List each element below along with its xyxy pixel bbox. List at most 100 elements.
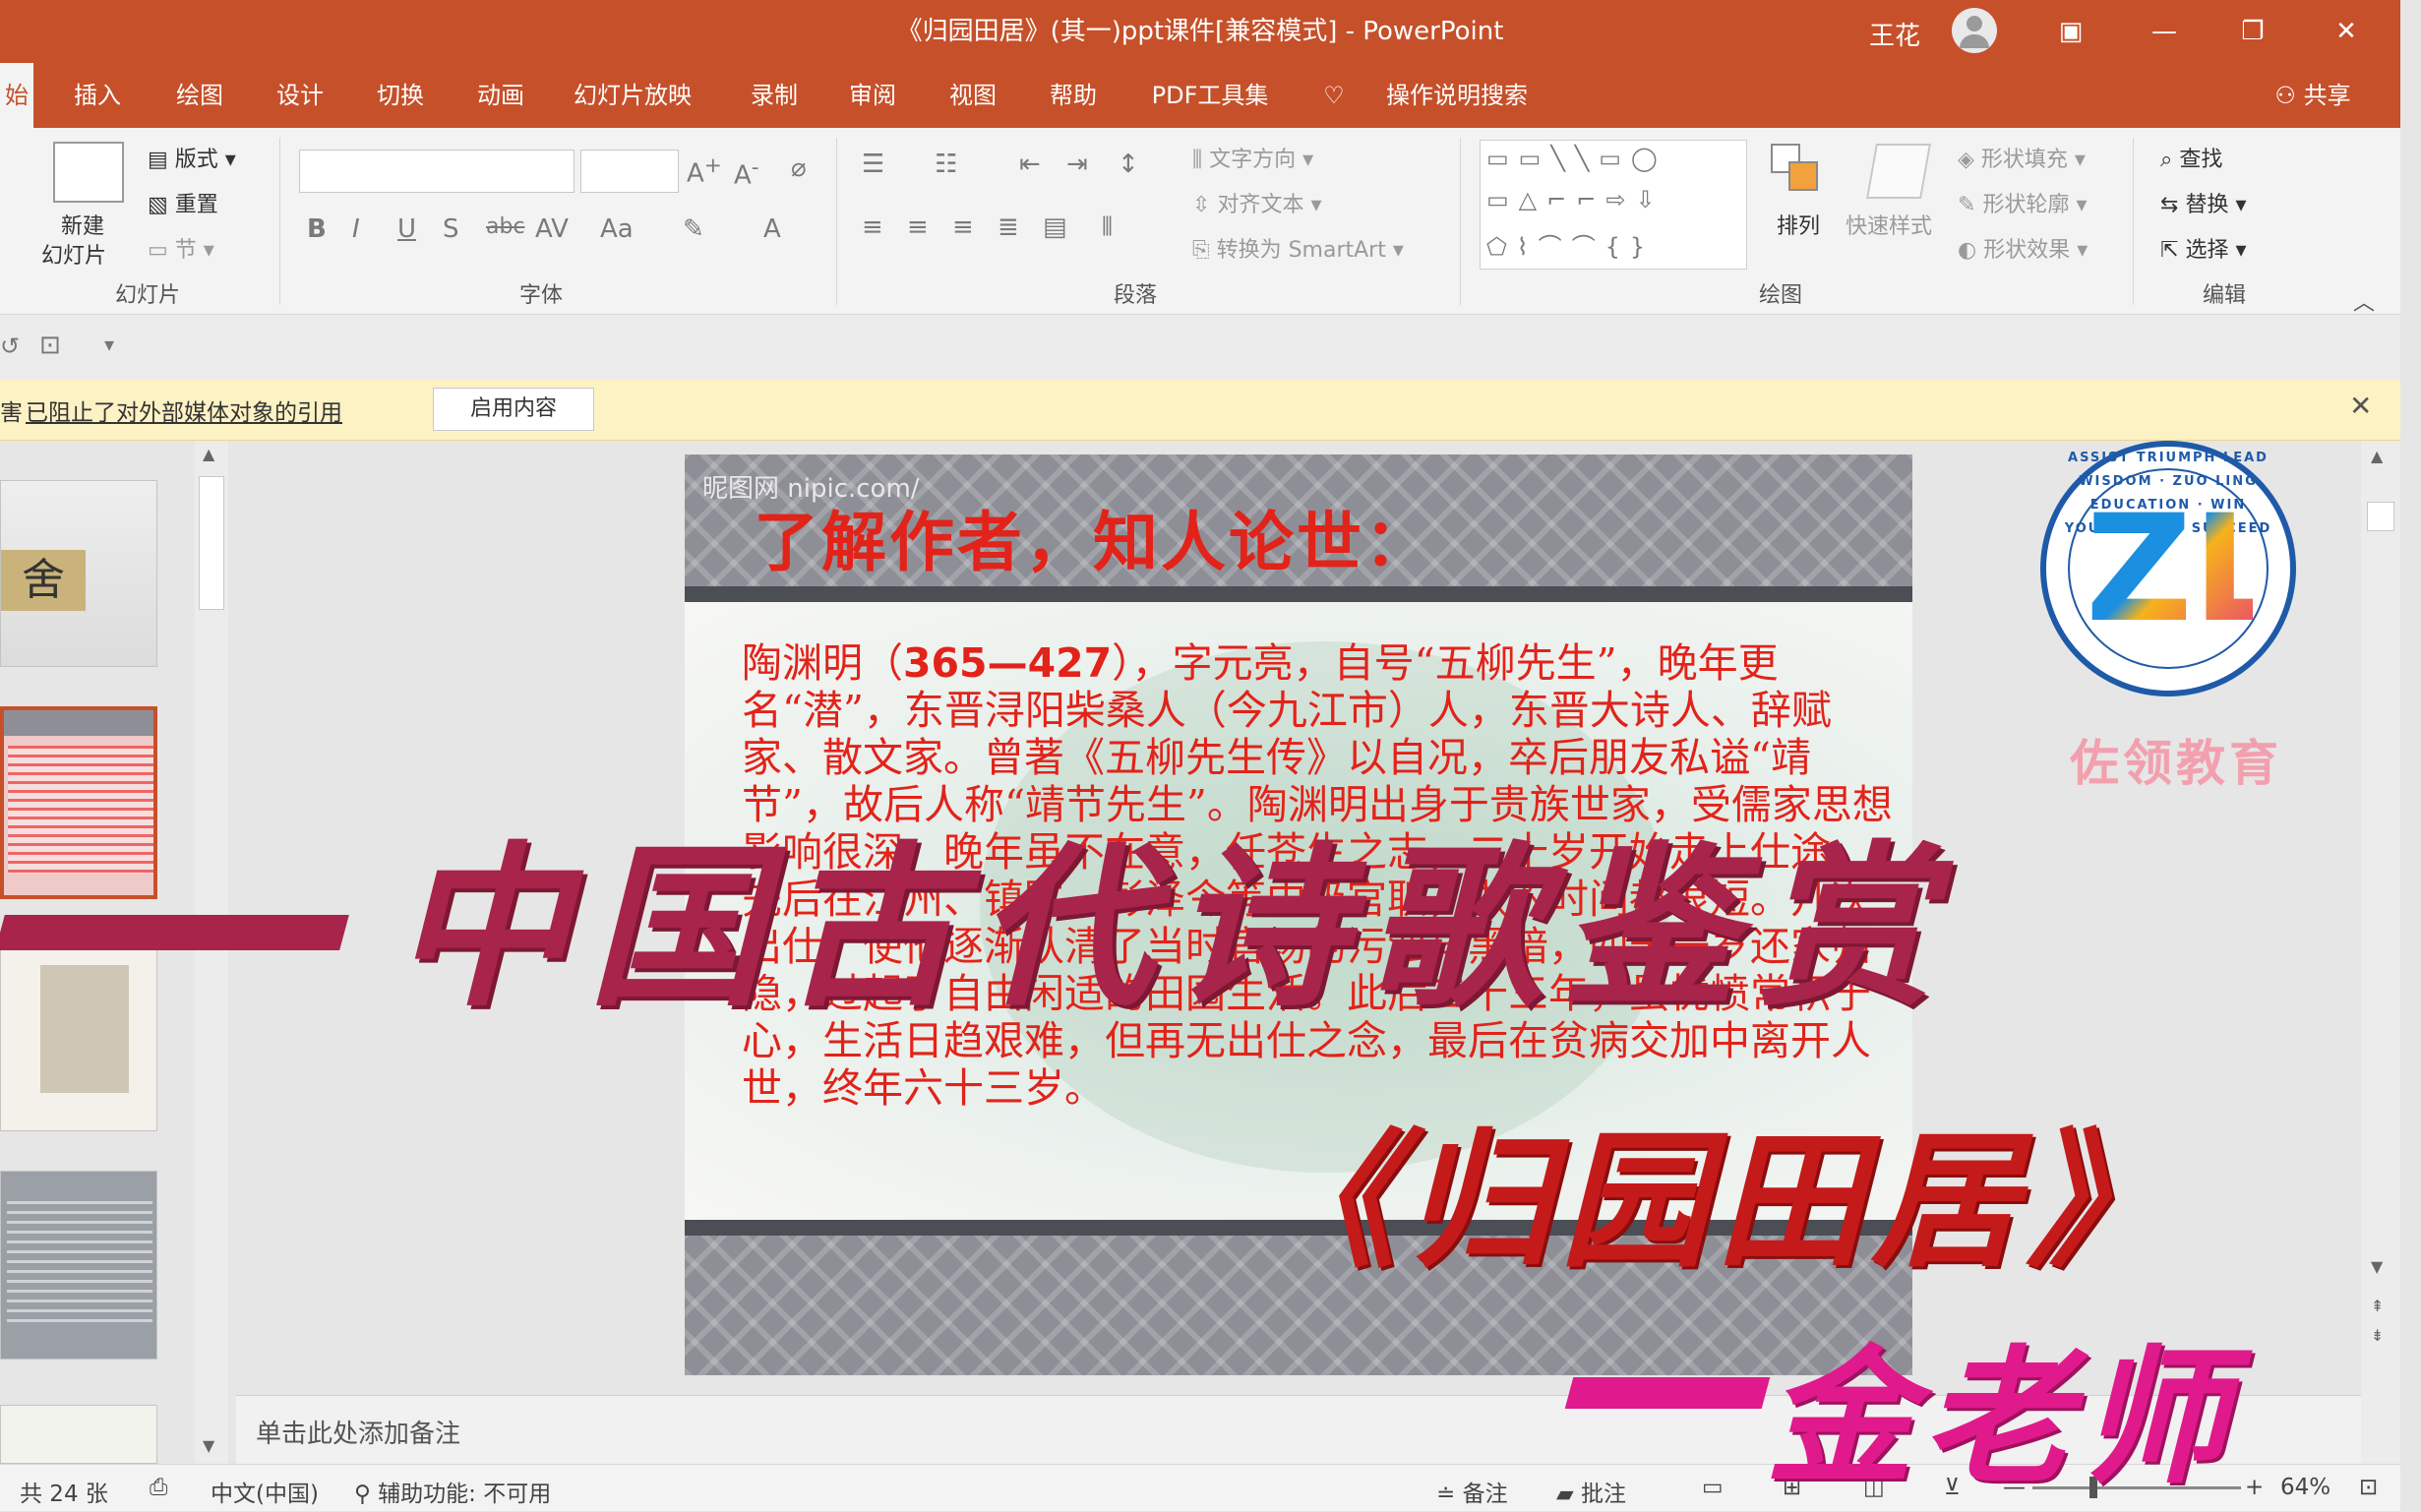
strikethrough-icon[interactable]: abc xyxy=(486,214,525,239)
shapes-gallery[interactable]: ▭▭╲╲▭◯ ▭△⌐⌐⇨⇩ ⬠⌇⌒⌒{} xyxy=(1480,140,1747,270)
scroll-up-icon[interactable]: ▲ xyxy=(2371,447,2383,465)
undo-icon[interactable]: ↺ xyxy=(0,333,20,360)
underline-icon[interactable]: U xyxy=(397,214,416,244)
align-center-icon[interactable]: ≡ xyxy=(907,212,929,242)
char-spacing-icon[interactable]: AV xyxy=(535,214,569,244)
arrange-icon[interactable] xyxy=(1771,144,1826,199)
workspace-scrollbar[interactable]: ▲ ▼ ⇞ ⇟ xyxy=(2361,441,2400,1464)
new-slide-icon[interactable] xyxy=(53,142,124,203)
shapes-row-1-icon[interactable]: ▭▭╲╲▭◯ xyxy=(1486,145,1667,172)
change-case-icon[interactable]: Aa xyxy=(600,214,634,244)
quick-styles-button[interactable]: 快速样式 xyxy=(1846,209,1932,240)
shape-fill-button[interactable]: ◈ 形状填充 ▾ xyxy=(1958,142,2086,173)
tab-pdf-tools[interactable]: PDF工具集 xyxy=(1141,63,1279,128)
avatar[interactable] xyxy=(1952,8,1997,53)
align-right-icon[interactable]: ≡ xyxy=(952,212,974,242)
language-indicator[interactable]: 中文(中国) xyxy=(211,1475,319,1508)
user-name[interactable]: 王花 xyxy=(1869,16,1920,52)
align-left-icon[interactable]: ≡ xyxy=(862,212,883,242)
customize-qat-icon[interactable]: ▾ xyxy=(104,333,114,356)
tab-draw[interactable]: 绘图 xyxy=(165,63,234,128)
reset-button[interactable]: ▧ 重置 xyxy=(148,187,218,218)
layout-button[interactable]: ▤ 版式 ▾ xyxy=(148,142,236,173)
scroll-down-icon[interactable]: ▼ xyxy=(2371,1257,2383,1276)
italic-icon[interactable]: I xyxy=(352,214,360,244)
thumbnail-scrollbar[interactable]: ▲ ▼ xyxy=(195,441,228,1464)
font-color-icon[interactable]: A xyxy=(763,214,781,244)
slide-title[interactable]: 了解作者，知人论世： xyxy=(754,490,1432,584)
shapes-row-2-icon[interactable]: ▭△⌐⌐⇨⇩ xyxy=(1486,186,1665,213)
decrease-indent-icon[interactable]: ⇤ xyxy=(1019,150,1041,179)
increase-font-icon[interactable]: A+ xyxy=(687,153,722,189)
scroll-down-icon[interactable]: ▼ xyxy=(203,1436,214,1455)
spelling-icon[interactable]: ⎙ xyxy=(150,1475,167,1500)
collapse-ribbon-icon[interactable]: ︿ xyxy=(2353,285,2375,317)
select-button[interactable]: ⇱ 选择 ▾ xyxy=(2160,232,2247,264)
smartart-button[interactable]: ⎘ 转换为 SmartArt ▾ xyxy=(1192,232,1404,264)
tab-record[interactable]: 录制 xyxy=(740,63,809,128)
shape-outline-button[interactable]: ✎ 形状轮廓 ▾ xyxy=(1958,187,2088,218)
tab-view[interactable]: 视图 xyxy=(938,63,1007,128)
close-warning-icon[interactable]: ✕ xyxy=(2349,390,2372,422)
shadow-icon[interactable]: S xyxy=(443,214,459,244)
normal-view-icon[interactable]: ▭ xyxy=(1702,1475,1724,1500)
tab-review[interactable]: 审阅 xyxy=(838,63,907,128)
ribbon-display-options-icon[interactable]: ▣ xyxy=(2027,0,2115,63)
bullets-icon[interactable]: ☰ xyxy=(862,150,884,179)
columns-icon[interactable]: ⫴ xyxy=(1102,212,1113,243)
new-slide-button-label[interactable]: 幻灯片 xyxy=(41,238,106,270)
new-slide-button[interactable]: 新建 xyxy=(61,209,104,240)
tab-home[interactable]: 始 xyxy=(0,63,33,128)
tab-animations[interactable]: 动画 xyxy=(466,63,535,128)
scrollbar-thumb[interactable] xyxy=(199,476,224,610)
previous-slide-icon[interactable]: ⇞ xyxy=(2371,1297,2384,1315)
clear-formatting-icon[interactable]: ⌀ xyxy=(791,153,807,183)
zoom-level[interactable]: 64% xyxy=(2280,1475,2330,1500)
scroll-up-icon[interactable]: ▲ xyxy=(203,445,214,463)
share-button[interactable]: ⚇ 共享 xyxy=(2259,63,2367,128)
font-size-field[interactable] xyxy=(580,150,679,193)
slide-thumbnail-selected[interactable] xyxy=(0,706,157,899)
distributed-icon[interactable]: ▤ xyxy=(1043,212,1067,242)
font-name-field[interactable] xyxy=(299,150,575,193)
line-spacing-icon[interactable]: ↕ xyxy=(1118,150,1139,179)
close-icon[interactable]: ✕ xyxy=(2302,0,2391,63)
find-button[interactable]: ⌕ 查找 xyxy=(2160,142,2222,173)
text-direction-button[interactable]: ⫼ 文字方向 ▾ xyxy=(1192,142,1313,173)
slide-thumbnail[interactable]: 舍 xyxy=(0,480,157,667)
shapes-row-3-icon[interactable]: ⬠⌇⌒⌒{} xyxy=(1486,227,1655,262)
increase-indent-icon[interactable]: ⇥ xyxy=(1066,150,1088,179)
slide-thumbnail[interactable] xyxy=(0,1405,157,1464)
tab-transitions[interactable]: 切换 xyxy=(366,63,435,128)
quick-styles-icon[interactable] xyxy=(1866,144,1931,199)
slide-thumbnail[interactable] xyxy=(0,1171,157,1360)
scrollbar-thumb[interactable] xyxy=(2367,502,2394,531)
fit-to-window-icon[interactable]: ⊡ xyxy=(2359,1475,2378,1500)
minimize-icon[interactable]: — xyxy=(2120,0,2209,63)
tab-insert[interactable]: 插入 xyxy=(63,63,132,128)
decrease-font-icon[interactable]: A- xyxy=(734,155,759,191)
slide-thumbnail[interactable] xyxy=(0,935,157,1131)
next-slide-icon[interactable]: ⇟ xyxy=(2371,1326,2384,1345)
comments-button[interactable]: ▰ 批注 xyxy=(1556,1475,1626,1508)
present-icon[interactable]: ⊡ xyxy=(39,331,61,360)
tab-design[interactable]: 设计 xyxy=(266,63,334,128)
arrange-button[interactable]: 排列 xyxy=(1777,209,1820,240)
tab-help[interactable]: 帮助 xyxy=(1039,63,1108,128)
zoom-in-icon[interactable]: + xyxy=(2245,1475,2264,1500)
tab-slideshow[interactable]: 幻灯片放映 xyxy=(569,63,696,128)
numbering-icon[interactable]: ☷ xyxy=(935,150,957,179)
tell-me-search[interactable]: 操作说明搜索 xyxy=(1373,63,1541,128)
justify-icon[interactable]: ≣ xyxy=(998,212,1019,242)
restore-icon[interactable]: ❐ xyxy=(2209,0,2297,63)
enable-content-button[interactable]: 启用内容 xyxy=(433,388,594,431)
highlight-icon[interactable]: ✎ xyxy=(683,214,704,244)
notes-placeholder[interactable]: 单击此处添加备注 xyxy=(256,1414,460,1450)
notes-button[interactable]: ≐ 备注 xyxy=(1436,1475,1508,1508)
bold-icon[interactable]: B xyxy=(307,214,327,244)
replace-button[interactable]: ⇆ 替换 ▾ xyxy=(2160,187,2247,218)
lightbulb-icon[interactable]: ♡ xyxy=(1314,63,1354,128)
shape-effects-button[interactable]: ◐ 形状效果 ▾ xyxy=(1958,232,2088,264)
accessibility-button[interactable]: ⚲ 辅助功能: 不可用 xyxy=(354,1475,551,1508)
section-button[interactable]: ▭ 节 ▾ xyxy=(148,232,214,264)
